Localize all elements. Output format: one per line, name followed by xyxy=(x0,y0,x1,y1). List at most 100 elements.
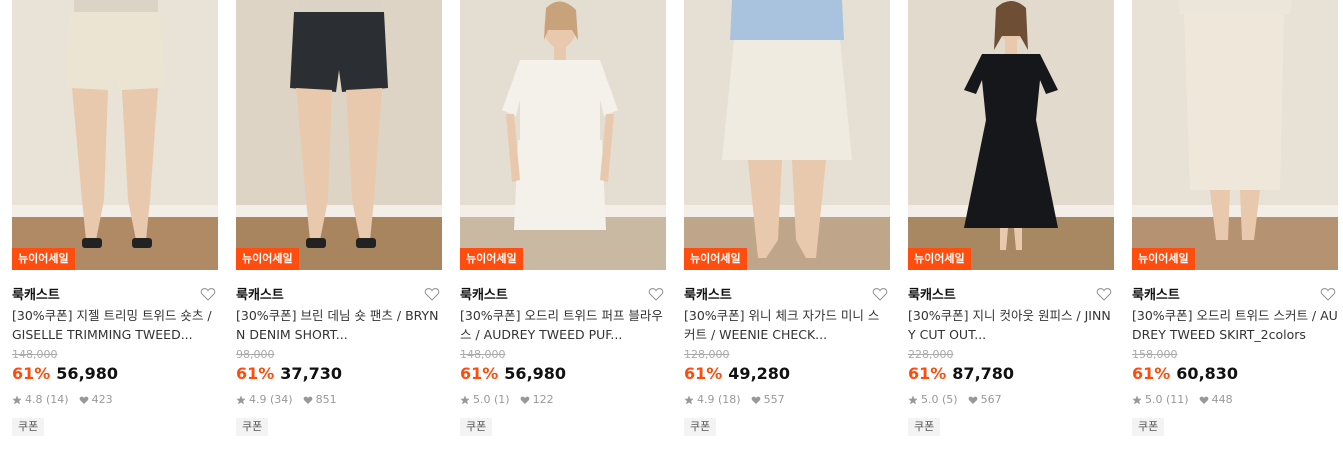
sale-badge: 뉴이어세일 xyxy=(1132,248,1195,270)
sale-price: 56,980 xyxy=(56,364,119,383)
sale-price: 37,730 xyxy=(280,364,343,383)
product-card[interactable]: 뉴이어세일 룩캐스트 [30%쿠폰] 브린 데님 숏 팬츠 / BRYNN DE… xyxy=(236,0,442,460)
like-count: 567 xyxy=(980,393,1002,406)
brand-name[interactable]: 룩캐스트 xyxy=(12,288,60,303)
model-right-shoe xyxy=(132,238,152,248)
brand-name[interactable]: 룩캐스트 xyxy=(684,288,732,303)
product-title[interactable]: [30%쿠폰] 지니 컷아웃 원피스 / JINNY CUT OUT... xyxy=(908,306,1114,344)
product-card[interactable]: 뉴이어세일 룩캐스트 [30%쿠폰] 위니 체크 자가드 미니 스커트 / WE… xyxy=(684,0,890,460)
like-heart-icon xyxy=(1199,396,1208,404)
coupon-tag: 쿠폰 xyxy=(1132,418,1165,436)
sale-price: 49,280 xyxy=(728,364,791,383)
brand-name[interactable]: 룩캐스트 xyxy=(460,288,508,303)
sale-badge: 뉴이어세일 xyxy=(908,248,971,270)
model-left-shoe xyxy=(82,238,102,248)
coupon-tag: 쿠폰 xyxy=(908,418,941,436)
heart-icon[interactable] xyxy=(200,286,216,302)
rating: 4.9 (18) xyxy=(697,393,741,406)
like-heart-icon xyxy=(79,396,88,404)
product-grid: 뉴이어세일 룩캐스트 [30%쿠폰] 지젤 트리밍 트위드 숏츠 / GISEL… xyxy=(0,0,1343,475)
original-price: 158,000 xyxy=(1132,348,1178,361)
heart-icon[interactable] xyxy=(872,286,888,302)
sale-price: 60,830 xyxy=(1176,364,1239,383)
model-top xyxy=(730,0,844,40)
like-heart-icon xyxy=(968,396,977,404)
garment xyxy=(722,40,852,160)
garment xyxy=(1184,14,1284,190)
coupon-tag: 쿠폰 xyxy=(460,418,493,436)
sale-badge: 뉴이어세일 xyxy=(12,248,75,270)
photo-baseboard xyxy=(12,205,218,217)
like-count: 423 xyxy=(91,393,113,406)
sale-badge: 뉴이어세일 xyxy=(236,248,299,270)
coupon-tag: 쿠폰 xyxy=(684,418,717,436)
product-title[interactable]: [30%쿠폰] 오드리 트위드 퍼프 블라우스 / AUDREY TWEED P… xyxy=(460,306,666,344)
photo-baseboard xyxy=(1132,205,1338,217)
rating: 5.0 (1) xyxy=(473,393,510,406)
brand-name[interactable]: 룩캐스트 xyxy=(908,288,956,303)
product-card[interactable]: 뉴이어세일 룩캐스트 [30%쿠폰] 지니 컷아웃 원피스 / JINNY CU… xyxy=(908,0,1114,460)
like-count: 448 xyxy=(1211,393,1233,406)
heart-icon[interactable] xyxy=(424,286,440,302)
product-image[interactable]: 뉴이어세일 xyxy=(12,0,218,270)
original-price: 228,000 xyxy=(908,348,954,361)
model-neck xyxy=(1005,40,1017,54)
sale-price: 87,780 xyxy=(952,364,1015,383)
star-icon xyxy=(460,395,470,405)
brand-name[interactable]: 룩캐스트 xyxy=(236,288,284,303)
like-count: 851 xyxy=(315,393,337,406)
rating: 5.0 (5) xyxy=(921,393,958,406)
photo-baseboard xyxy=(684,205,890,217)
like-heart-icon xyxy=(751,396,760,404)
product-title[interactable]: [30%쿠폰] 위니 체크 자가드 미니 스커트 / WEENIE CHECK.… xyxy=(684,306,890,344)
original-price: 98,000 xyxy=(236,348,275,361)
product-image[interactable]: 뉴이어세일 xyxy=(908,0,1114,270)
original-price: 148,000 xyxy=(460,348,506,361)
heart-icon[interactable] xyxy=(648,286,664,302)
model-top xyxy=(1178,0,1292,14)
star-icon xyxy=(1132,395,1142,405)
product-image[interactable]: 뉴이어세일 xyxy=(1132,0,1338,270)
model-left-shoe xyxy=(306,238,326,248)
product-title[interactable]: [30%쿠폰] 브린 데님 숏 팬츠 / BRYNN DENIM SHORT..… xyxy=(236,306,442,344)
discount-rate: 61% xyxy=(908,364,947,383)
like-heart-icon xyxy=(520,396,529,404)
product-title[interactable]: [30%쿠폰] 오드리 트위드 스커트 / AUDREY TWEED SKIRT… xyxy=(1132,306,1338,344)
garment-skirt xyxy=(514,140,606,230)
sale-price: 56,980 xyxy=(504,364,567,383)
coupon-tag: 쿠폰 xyxy=(12,418,45,436)
rating: 4.8 (14) xyxy=(25,393,69,406)
product-card[interactable]: 뉴이어세일 룩캐스트 [30%쿠폰] 오드리 트위드 스커트 / AUDREY … xyxy=(1132,0,1338,460)
model-neck xyxy=(554,46,566,60)
photo-baseboard xyxy=(236,205,442,217)
original-price: 148,000 xyxy=(12,348,58,361)
product-image[interactable]: 뉴이어세일 xyxy=(684,0,890,270)
discount-rate: 61% xyxy=(460,364,499,383)
like-count: 122 xyxy=(532,393,554,406)
star-icon xyxy=(12,395,22,405)
discount-rate: 61% xyxy=(12,364,51,383)
model-right-shoe xyxy=(356,238,376,248)
product-title[interactable]: [30%쿠폰] 지젤 트리밍 트위드 숏츠 / GISELLE TRIMMING… xyxy=(12,306,218,344)
heart-icon[interactable] xyxy=(1096,286,1112,302)
product-card[interactable]: 뉴이어세일 룩캐스트 [30%쿠폰] 지젤 트리밍 트위드 숏츠 / GISEL… xyxy=(12,0,218,460)
product-image[interactable]: 뉴이어세일 xyxy=(236,0,442,270)
star-icon xyxy=(908,395,918,405)
heart-icon[interactable] xyxy=(1320,286,1336,302)
star-icon xyxy=(236,395,246,405)
sale-badge: 뉴이어세일 xyxy=(460,248,523,270)
rating: 4.9 (34) xyxy=(249,393,293,406)
discount-rate: 61% xyxy=(684,364,723,383)
original-price: 128,000 xyxy=(684,348,730,361)
brand-name[interactable]: 룩캐스트 xyxy=(1132,288,1180,303)
like-count: 557 xyxy=(763,393,785,406)
like-heart-icon xyxy=(303,396,312,404)
product-image[interactable]: 뉴이어세일 xyxy=(460,0,666,270)
coupon-tag: 쿠폰 xyxy=(236,418,269,436)
discount-rate: 61% xyxy=(236,364,275,383)
discount-rate: 61% xyxy=(1132,364,1171,383)
rating: 5.0 (11) xyxy=(1145,393,1189,406)
sale-badge: 뉴이어세일 xyxy=(684,248,747,270)
product-card[interactable]: 뉴이어세일 룩캐스트 [30%쿠폰] 오드리 트위드 퍼프 블라우스 / AUD… xyxy=(460,0,666,460)
star-icon xyxy=(684,395,694,405)
